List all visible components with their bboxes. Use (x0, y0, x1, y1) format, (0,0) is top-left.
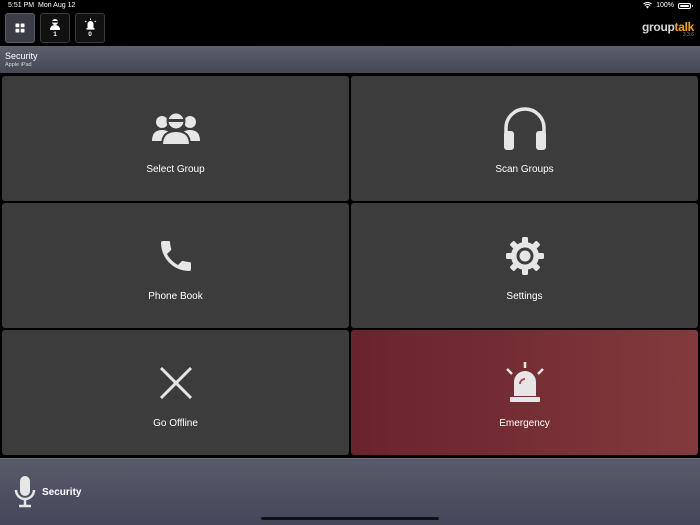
page-title: Security (5, 51, 38, 61)
contacts-count: 1 (53, 31, 57, 38)
settings-button[interactable]: Settings (351, 203, 698, 328)
siren-icon (84, 18, 96, 30)
grouptalk-logo: grouptalk 3.3.6 (642, 20, 694, 38)
select-group-button[interactable]: Select Group (2, 76, 349, 201)
tile-label: Go Offline (153, 418, 198, 429)
user-icon (50, 19, 60, 30)
top-toolbar: 1 0 grouptalk 3.3.6 (0, 12, 700, 46)
home-indicator[interactable] (261, 517, 439, 520)
gear-icon (505, 237, 544, 275)
status-time: 5:51 PM (8, 2, 35, 9)
phone-book-button[interactable]: Phone Book (2, 203, 349, 328)
tile-label: Select Group (146, 164, 205, 175)
emergency-button[interactable]: Emergency (351, 330, 698, 455)
tile-label: Settings (506, 291, 543, 302)
scan-groups-button[interactable]: Scan Groups (351, 76, 698, 201)
push-to-talk-bar[interactable]: Security (0, 458, 700, 525)
phone-icon (160, 241, 191, 271)
contacts-button[interactable]: 1 (40, 13, 70, 43)
status-bar: 5:51 PM Mon Aug 12 100% (0, 0, 700, 12)
wifi-icon (643, 2, 652, 9)
grid-menu-button[interactable] (5, 13, 35, 43)
active-group-name: Security (42, 487, 82, 498)
close-icon (159, 366, 192, 400)
status-date: Mon Aug 12 (38, 2, 76, 9)
go-offline-button[interactable]: Go Offline (2, 330, 349, 455)
headphones-icon (503, 107, 546, 150)
tile-label: Emergency (499, 418, 550, 429)
logo-part-group: group (642, 20, 675, 34)
alerts-count: 0 (88, 31, 92, 38)
battery-percent: 100% (656, 2, 674, 9)
microphone-icon (14, 476, 36, 508)
tile-label: Scan Groups (495, 164, 554, 175)
device-subtitle: Apple iPad (5, 62, 32, 68)
siren-icon (505, 362, 544, 402)
tile-label: Phone Book (148, 291, 203, 302)
alerts-button[interactable]: 0 (75, 13, 105, 43)
grid-icon (15, 23, 25, 33)
group-header: Security Apple iPad (0, 46, 700, 73)
battery-icon (678, 2, 693, 9)
group-icon (151, 111, 200, 146)
